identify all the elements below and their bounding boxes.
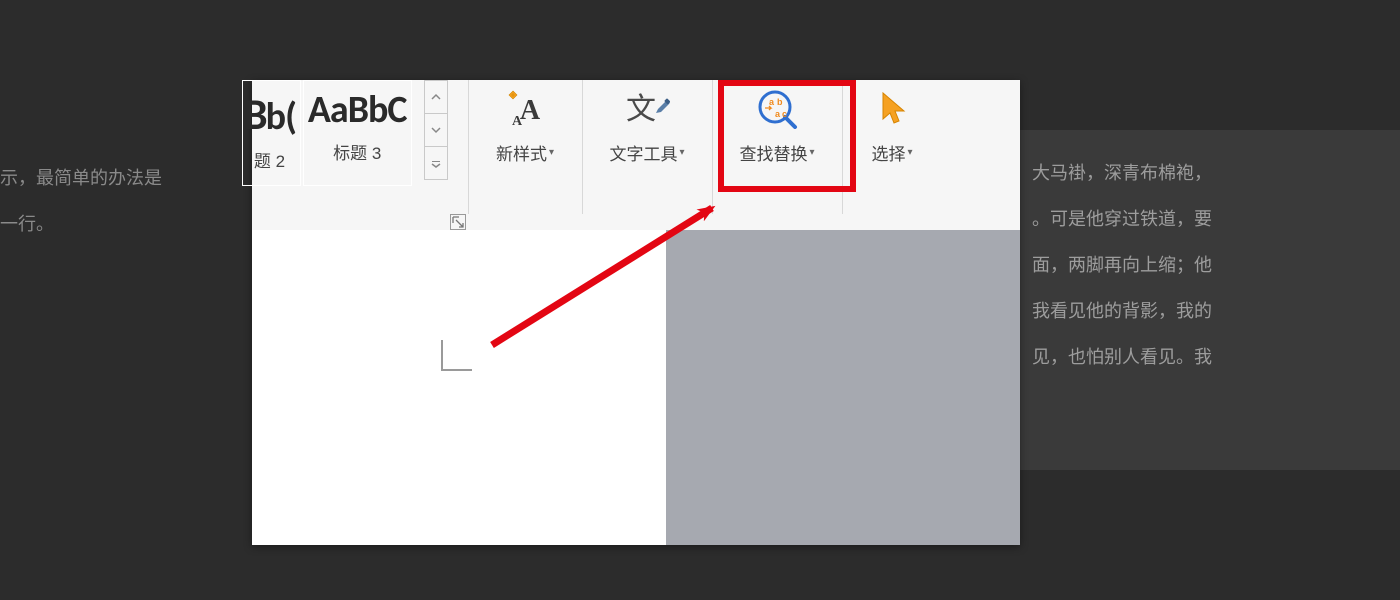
bg-text-right-5: 见，也怕别人看见。我 — [1032, 334, 1212, 380]
style-expand[interactable] — [425, 147, 447, 179]
document-background-area — [666, 230, 1020, 545]
style-preview-heading3: AaBbC — [308, 87, 407, 133]
ribbon-group-newstyle: A A 新样式▾ — [468, 80, 583, 214]
chevron-down-icon: ▾ — [679, 147, 684, 158]
bg-text-right-3: 面，两脚再向上缩；他 — [1032, 242, 1212, 288]
svg-text:a: a — [775, 109, 781, 119]
select-cursor-icon — [842, 84, 942, 134]
svg-text:文: 文 — [626, 93, 656, 126]
style-scroll-down[interactable] — [425, 114, 447, 147]
chevron-down-icon: ▾ — [549, 147, 554, 158]
new-style-label: 新样式 — [496, 140, 547, 165]
wps-ribbon-screenshot: Bb( 题 2 AaBbC 标题 3 — [252, 80, 1020, 545]
svg-text:b: b — [777, 97, 783, 107]
bg-text-right-1: 大马褂，深青布棉袍， — [1032, 150, 1212, 196]
select-button[interactable]: 选择▾ — [842, 84, 942, 165]
style-card-heading3[interactable]: AaBbC 标题 3 — [303, 80, 412, 186]
bg-text-right-4: 我看见他的背影，我的 — [1032, 288, 1212, 334]
find-replace-button[interactable]: a b a c 查找替换▾ — [712, 84, 842, 165]
styles-dialog-launcher[interactable] — [450, 214, 466, 230]
svg-text:c: c — [782, 109, 787, 119]
text-tool-label: 文字工具 — [609, 140, 677, 165]
text-tool-icon: 文 — [582, 84, 712, 134]
page-corner-mark — [440, 338, 474, 372]
find-replace-label: 查找替换 — [739, 140, 807, 165]
svg-text:A: A — [512, 114, 523, 129]
bg-text-left-2: 一行。 — [0, 201, 54, 247]
style-card-heading2[interactable]: Bb( 题 2 — [242, 80, 301, 186]
chevron-down-icon: ▾ — [809, 147, 814, 158]
new-style-button[interactable]: A A 新样式▾ — [468, 84, 582, 165]
ribbon-group-select: 选择▾ — [842, 80, 942, 214]
new-style-icon: A A — [468, 84, 582, 134]
document-page-area[interactable] — [252, 230, 666, 545]
find-replace-icon: a b a c — [712, 84, 842, 134]
style-preview-heading2: Bb( — [243, 87, 296, 141]
text-tool-button[interactable]: 文 文字工具▾ — [582, 84, 712, 165]
svg-text:A: A — [520, 95, 541, 126]
ribbon-toolbar: Bb( 题 2 AaBbC 标题 3 — [252, 80, 1020, 231]
ribbon-group-texttool: 文 文字工具▾ — [582, 80, 713, 214]
style-gallery-scroll[interactable] — [424, 80, 448, 180]
bg-text-left-1: 示，最简单的办法是 — [0, 155, 162, 201]
select-label: 选择 — [871, 140, 905, 165]
bg-text-right-2: 。可是他穿过铁道，要 — [1032, 196, 1212, 242]
style-scroll-up[interactable] — [425, 81, 447, 114]
ribbon-group-styles: Bb( 题 2 AaBbC 标题 3 — [242, 80, 469, 214]
ribbon-group-findreplace: a b a c 查找替换▾ — [712, 80, 843, 214]
chevron-down-icon: ▾ — [907, 147, 912, 158]
svg-text:a: a — [769, 97, 775, 107]
